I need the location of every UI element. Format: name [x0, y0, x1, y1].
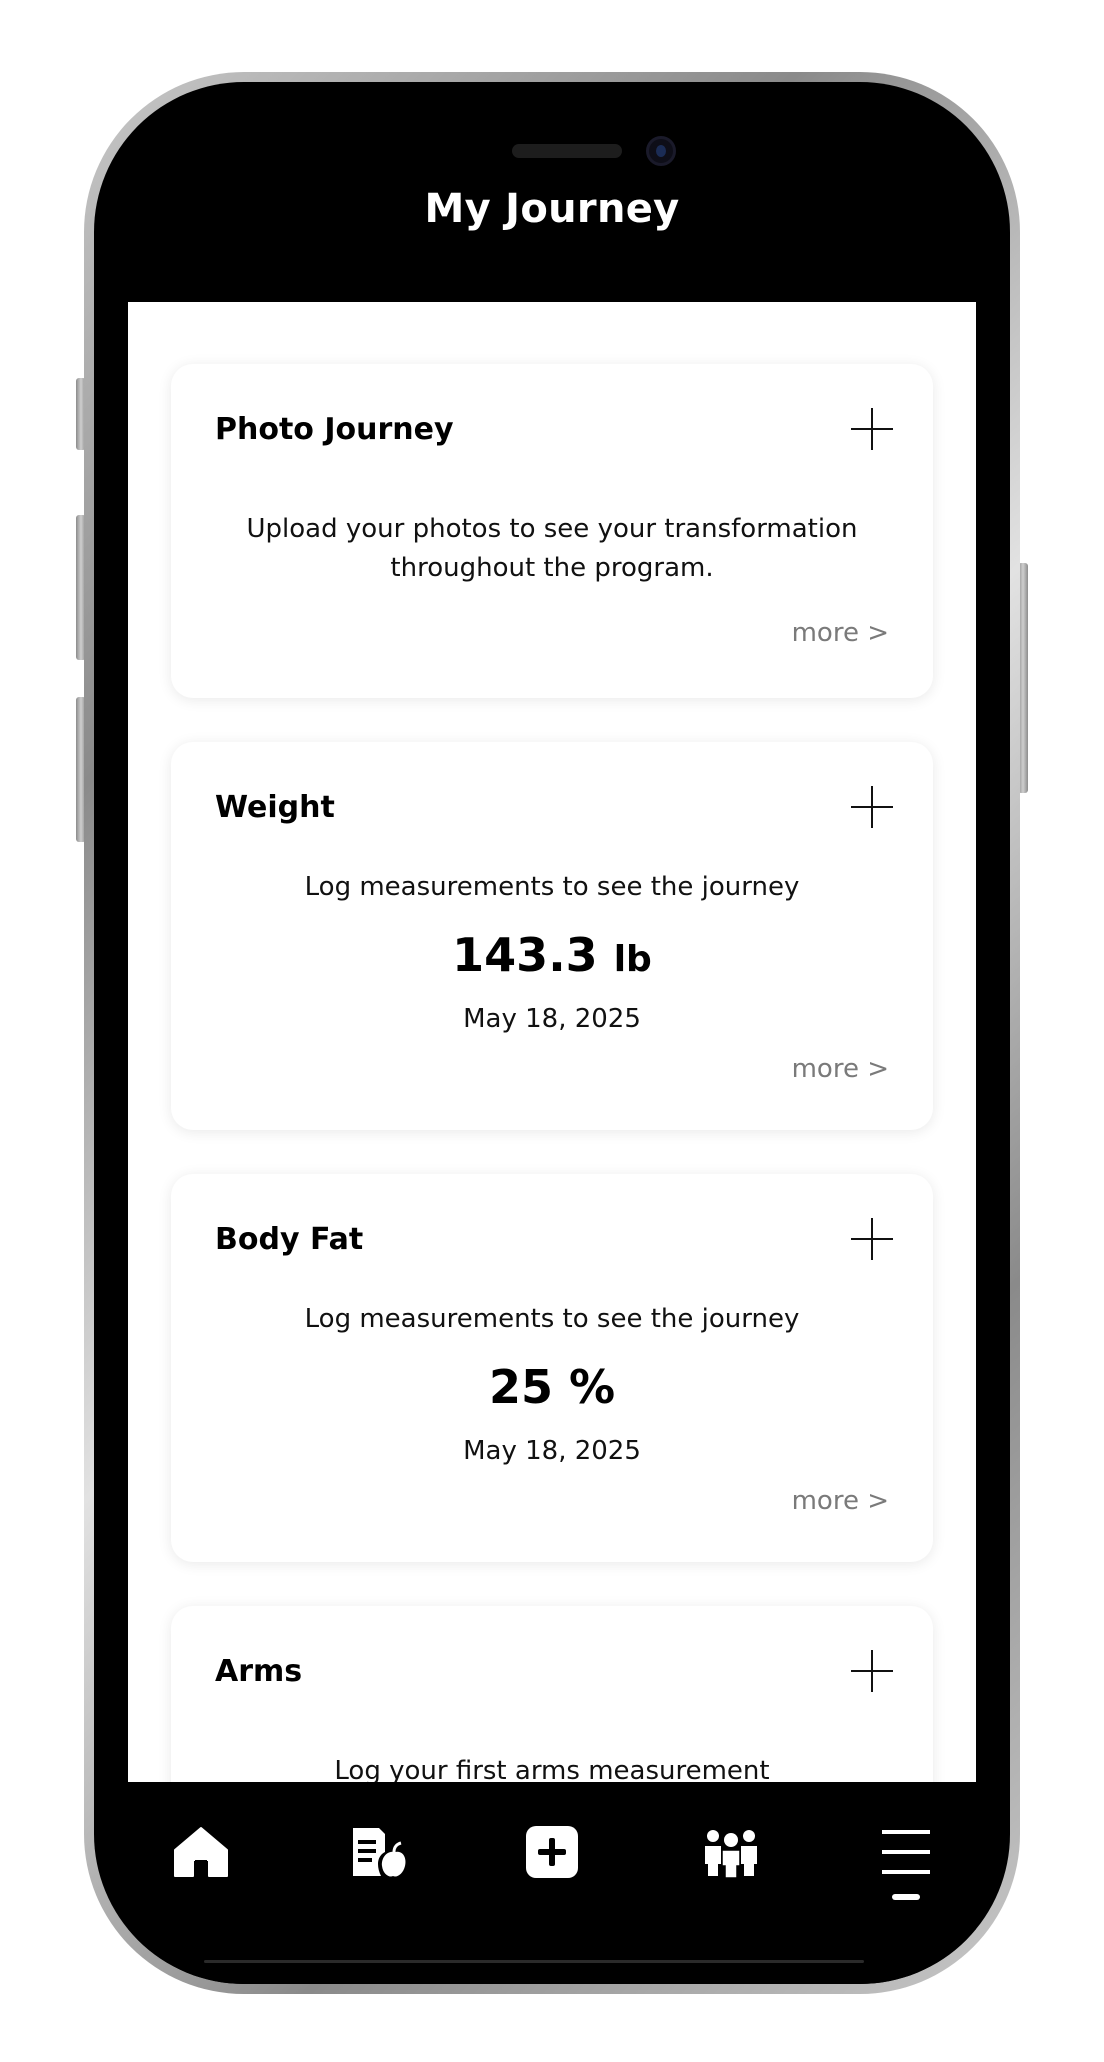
- body-fat-date: May 18, 2025: [463, 1436, 641, 1466]
- bottom-tab-bar: [128, 1782, 976, 1984]
- add-icon: [526, 1826, 578, 1878]
- body-fat-value: 25 %: [488, 1360, 616, 1414]
- card-description: Log your first arms measurement: [334, 1756, 770, 1782]
- weight-value: 143.3 lb: [171, 928, 933, 982]
- add-body-fat-plus-icon[interactable]: [851, 1218, 893, 1260]
- tab-nutrition-log[interactable]: [349, 1822, 409, 1882]
- add-arms-plus-icon[interactable]: [851, 1650, 893, 1692]
- community-icon: [705, 1830, 757, 1879]
- weight-more-link[interactable]: more >: [792, 1054, 889, 1084]
- page-title: My Journey: [424, 186, 680, 232]
- card-title: Weight: [215, 790, 335, 825]
- home-icon: [174, 1827, 228, 1877]
- photo-journey-card: Photo Journey Upload your photos to see …: [171, 364, 933, 698]
- earpiece-speaker: [512, 144, 622, 158]
- weight-number: 143.3: [452, 928, 598, 982]
- body-fat-more-link[interactable]: more >: [792, 1486, 889, 1516]
- front-camera-icon: [646, 136, 676, 166]
- arms-card: Arms Log your first arms measurement: [171, 1606, 933, 1782]
- phone-screen: My Journey Photo Journey Upload your pho…: [94, 82, 1010, 1984]
- card-description: Upload your photos to see your transform…: [246, 514, 858, 583]
- active-tab-indicator: [892, 1894, 920, 1900]
- card-title: Photo Journey: [215, 412, 454, 447]
- home-indicator: [204, 1960, 864, 1963]
- weight-date: May 18, 2025: [463, 1004, 641, 1034]
- add-weight-plus-icon[interactable]: [851, 786, 893, 828]
- nutrition-log-icon: [353, 1828, 406, 1877]
- menu-icon: [882, 1830, 930, 1874]
- body-fat-card: Body Fat Log measurements to see the jou…: [171, 1174, 933, 1562]
- card-description: Log measurements to see the journey: [304, 872, 800, 902]
- weight-unit: lb: [613, 939, 652, 980]
- card-description: Log measurements to see the journey: [304, 1304, 800, 1334]
- add-photo-plus-icon[interactable]: [851, 408, 893, 450]
- tab-menu[interactable]: [876, 1822, 936, 1882]
- phone-frame: My Journey Photo Journey Upload your pho…: [84, 72, 1020, 1994]
- weight-card: Weight Log measurements to see the journ…: [171, 742, 933, 1130]
- photo-more-link[interactable]: more >: [792, 618, 889, 648]
- card-title: Arms: [215, 1654, 303, 1689]
- tab-home[interactable]: [171, 1822, 231, 1882]
- journey-scroll-area[interactable]: Photo Journey Upload your photos to see …: [128, 302, 976, 1782]
- card-title: Body Fat: [215, 1222, 364, 1257]
- phone-mockup: My Journey Photo Journey Upload your pho…: [0, 0, 1104, 2062]
- tab-add[interactable]: [522, 1822, 582, 1882]
- tab-community[interactable]: [701, 1822, 761, 1882]
